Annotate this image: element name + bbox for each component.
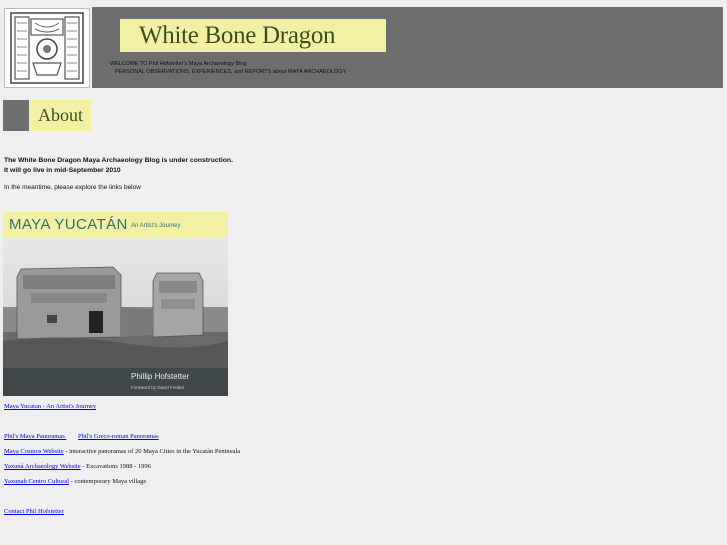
construction-notice: The White Bone Dragon Maya Archaeology B… [4, 156, 233, 176]
header-banner: White Bone Dragon WELCOME TO Phil Hofste… [92, 7, 723, 88]
welcome-line-1: WELCOME TO Phil Hofstetter's Maya Archae… [110, 61, 247, 67]
yaxunah-centro-link[interactable]: Yaxunah Centro Cultural [4, 478, 69, 485]
yaxunah-centro-row: Yaxunah Centro Cultural - contemporary M… [4, 477, 146, 486]
notice-line-2: It will go live in mid-September 2010 [4, 167, 121, 174]
book-foreword: Foreword by David Freidel [131, 385, 184, 390]
ruins-photo [3, 237, 228, 368]
book-link-row: Maya Yucatan - An Artist's Journey [4, 402, 96, 411]
book-subtitle: An Artist's Journey [131, 223, 181, 229]
welcome-text: WELCOME TO Phil Hofstetter's Maya Archae… [110, 60, 346, 76]
yaxuna-archaeology-link[interactable]: Yaxuná Archaeology Website [4, 463, 81, 470]
greco-roman-panoramas-link[interactable]: Phil's Greco-roman Panoramas [78, 433, 159, 440]
welcome-line-2: PERSONAL OBSERVATIONS, EXPERIENCES, and … [115, 69, 347, 75]
panoramas-row: Phil's Maya Panoramas Phil's Greco-roman… [4, 432, 159, 441]
yaxuna-archaeology-row: Yaxuná Archaeology Website - Excavations… [4, 462, 151, 471]
yaxuna-archaeology-description: - Excavations 1988 - 1996 [80, 463, 151, 470]
about-tab-marker [3, 100, 29, 131]
about-tab: About [3, 100, 91, 131]
contact-link[interactable]: Contact Phil Hofstetter [4, 508, 64, 515]
maya-panoramas-link[interactable]: Phil's Maya Panoramas [4, 433, 66, 440]
book-link[interactable]: Maya Yucatan - An Artist's Journey [4, 403, 96, 410]
yaxunah-centro-description: - contemporary Maya village [69, 478, 147, 485]
book-title-band: MAYA YUCATÁN An Artist's Journey [3, 212, 228, 237]
maya-cosmos-link[interactable]: Maya Cosmos Website [4, 448, 64, 455]
explore-text: In the meantime, please explore the link… [4, 184, 141, 191]
maya-glyph-logo [4, 8, 90, 88]
notice-line-1: The White Bone Dragon Maya Archaeology B… [4, 157, 233, 164]
book-author: Phillip Hofstetter [131, 372, 190, 381]
glyph-icon [7, 11, 87, 85]
cosmos-row: Maya Cosmos Website - interactive panora… [4, 447, 240, 456]
maya-cosmos-description: - interactive panoramas of 20 Maya Citie… [63, 448, 241, 455]
about-tab-label: About [29, 100, 91, 131]
site-title: White Bone Dragon [116, 19, 386, 52]
contact-row: Contact Phil Hofstetter [4, 507, 64, 516]
book-title: MAYA YUCATÁN [9, 216, 128, 233]
book-cover-image[interactable]: MAYA YUCATÁN An Artist's Journey Phillip… [3, 212, 228, 396]
